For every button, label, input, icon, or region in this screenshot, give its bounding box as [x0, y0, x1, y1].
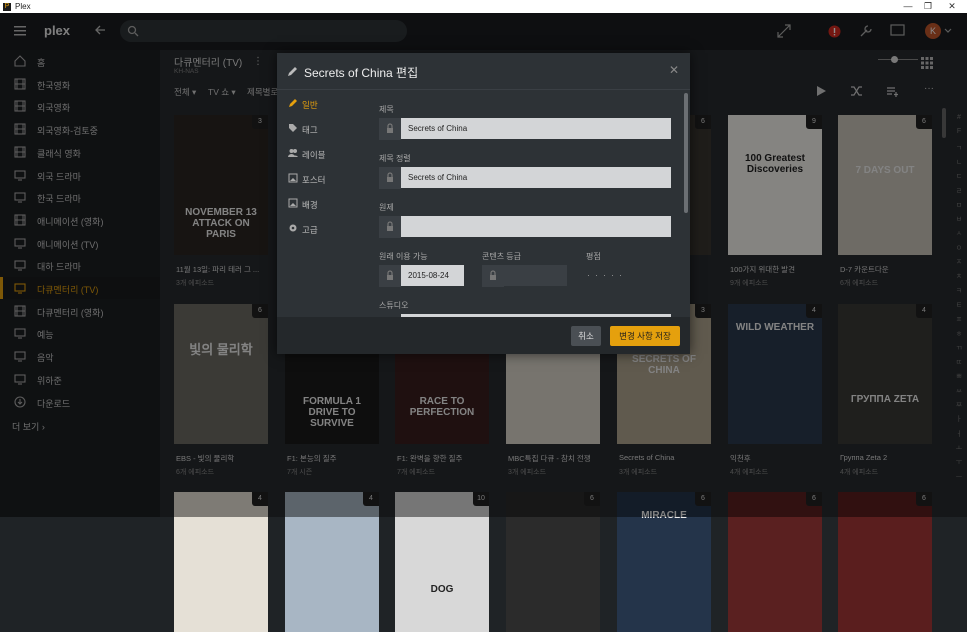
dialog-tab[interactable]: 고급 [277, 218, 373, 240]
edit-pencil-icon [288, 67, 297, 76]
cancel-button[interactable]: 취소 [571, 326, 601, 346]
dialog-tab-label: 배경 [302, 200, 318, 210]
plex-logo-icon: P [3, 2, 11, 11]
score-label: 평점 [586, 252, 601, 261]
tag-icon [288, 123, 298, 133]
release-date-lock-icon[interactable] [379, 265, 401, 287]
dialog-footer: 취소 변경 사항 저장 [277, 317, 690, 354]
image-icon [288, 198, 298, 208]
sort-title-label: 제목 정렬 [379, 154, 411, 163]
edit-icon [288, 98, 298, 108]
dialog-tab-label: 태그 [302, 125, 318, 135]
dialog-tab-label: 포스터 [302, 175, 326, 185]
dialog-scroll-thumb[interactable] [684, 93, 688, 213]
dialog-tab-label: 고급 [302, 225, 318, 235]
gear-icon [288, 223, 298, 233]
title-label: 제목 [379, 105, 394, 114]
dialog-header: Secrets of China 편집 ✕ [277, 53, 690, 90]
original-title-input[interactable] [401, 216, 671, 237]
dialog-close-icon[interactable]: ✕ [669, 63, 679, 77]
content-rating-lock-icon[interactable] [482, 265, 504, 287]
studio-label: 스튜디오 [379, 301, 409, 310]
save-changes-button[interactable]: 변경 사항 저장 [610, 326, 680, 346]
minimize-button[interactable]: — [898, 0, 918, 13]
release-date-input[interactable]: 2015-08-24 [401, 265, 464, 286]
original-title-label: 원제 [379, 203, 394, 212]
sort-title-input[interactable]: Secrets of China [401, 167, 671, 188]
dialog-tab[interactable]: 배경 [277, 193, 373, 215]
window-title: Plex [15, 2, 31, 11]
image-icon [288, 173, 298, 183]
dialog-title: Secrets of China 편집 [304, 66, 419, 80]
users-icon [288, 148, 298, 158]
sort-title-lock-icon[interactable] [379, 167, 401, 189]
window-titlebar: P Plex — ❐ ✕ [0, 0, 967, 13]
poster-text: DOG [430, 584, 454, 595]
dialog-tab[interactable]: 포스터 [277, 168, 373, 190]
star-rating[interactable]: ····· [587, 270, 627, 280]
dialog-tab[interactable]: 레이블 [277, 143, 373, 165]
content-rating-input[interactable] [504, 265, 567, 286]
title-input[interactable]: Secrets of China [401, 118, 671, 139]
dialog-tab[interactable]: 일반 [277, 93, 373, 115]
content-rating-label: 콘텐츠 등급 [482, 252, 522, 261]
maximize-button[interactable]: ❐ [918, 0, 938, 13]
dialog-tab-label: 레이블 [302, 150, 326, 160]
edit-dialog: Secrets of China 편집 ✕ 일반태그레이블포스터배경고급 제목 … [277, 53, 690, 354]
dialog-tab[interactable]: 태그 [277, 118, 373, 140]
dialog-tab-label: 일반 [302, 100, 318, 110]
dialog-form: 제목 Secrets of China 제목 정렬 Secrets of Chi… [373, 91, 683, 317]
original-title-lock-icon[interactable] [379, 216, 401, 238]
close-window-button[interactable]: ✕ [942, 0, 962, 13]
release-date-label: 원래 이용 가능 [379, 252, 428, 261]
title-lock-icon[interactable] [379, 118, 401, 140]
